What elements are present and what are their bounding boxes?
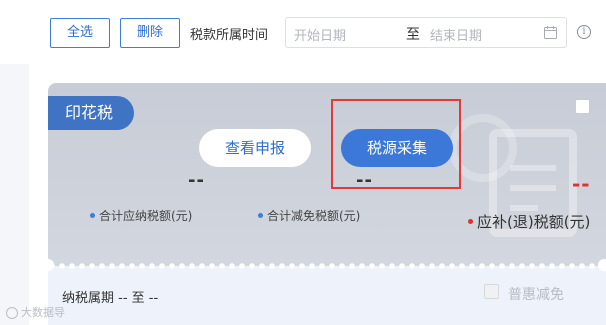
inclusive-relief-label: 普惠减免 [508,287,564,303]
watermark-text: 大数据导 [21,306,65,319]
date-range-picker[interactable]: 开始日期 至 结束日期 [285,17,567,48]
info-icon[interactable]: i [577,25,591,39]
perforation-divider [48,262,606,270]
refund-tax-metric: 应补(退)税额(元) [468,211,590,232]
toolbar: 全选 删除 税款所属时间 开始日期 至 结束日期 i [0,0,606,64]
watermark: 大数据导 [6,304,65,320]
end-date-input[interactable]: 结束日期 [430,25,482,44]
calendar-icon[interactable] [544,26,557,39]
card-notch-right [598,259,606,271]
inclusive-relief-checkbox[interactable] [484,284,499,299]
highlight-annotation-box [331,99,461,189]
tax-period-text: 纳税属期 -- 至 -- [62,291,159,306]
tax-type-tag: 印花税 [48,96,134,130]
view-declaration-button[interactable]: 查看申报 [199,129,311,167]
payable-tax-label: 合计应纳税额(元) [99,209,193,223]
payable-tax-metric: 合计应纳税额(元) [90,207,192,224]
bullet-dot-icon [468,219,473,224]
refund-tax-value: -- [572,172,591,196]
card-select-checkbox[interactable] [575,99,590,114]
reduction-tax-label: 合计减免税额(元) [267,209,361,223]
reduction-tax-value: -- [356,170,373,191]
bullet-dot-icon [258,213,263,218]
delete-button[interactable]: 删除 [120,18,180,48]
date-range-separator: 至 [406,27,420,43]
start-date-input[interactable]: 开始日期 [294,25,346,44]
payable-tax-value: -- [188,170,205,191]
watermark-logo-icon [6,307,18,319]
refund-tax-label: 应补(退)税额(元) [477,213,591,231]
tax-period-label: 税款所属时间 [190,28,269,43]
select-all-button[interactable]: 全选 [50,18,110,48]
card-notch-left [42,259,54,271]
bullet-dot-icon [90,213,95,218]
reduction-tax-metric: 合计减免税额(元) [258,207,360,224]
